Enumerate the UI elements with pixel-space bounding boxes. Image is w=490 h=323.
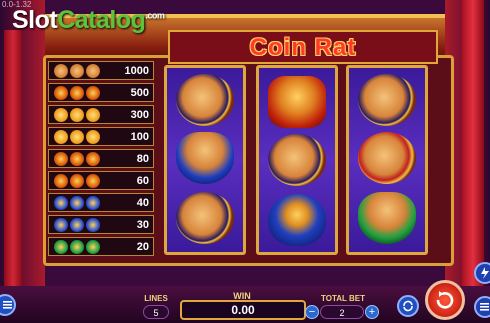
turbo-icon — [481, 267, 489, 279]
orange-coin-icon — [70, 107, 84, 122]
rat-coin-symbol — [358, 74, 416, 126]
spin-arrow-icon — [436, 291, 454, 309]
paytable-row: 20 — [48, 237, 154, 256]
paytable: 1000 500 300 100 80 60 40 30 20 — [48, 61, 154, 256]
watermark-slot: Slot — [12, 6, 58, 34]
paytable-icons — [49, 107, 110, 122]
rat-coin-icon — [86, 63, 100, 78]
rat-coin-symbol — [176, 74, 234, 126]
paytable-value: 80 — [136, 152, 149, 165]
paytable-value: 100 — [130, 130, 149, 143]
paytable-value: 40 — [136, 196, 149, 209]
paytable-row: 500 — [48, 83, 154, 102]
red-lantern-icon — [86, 151, 100, 166]
autoplay-icon — [403, 300, 413, 312]
red-coin-icon — [86, 85, 100, 100]
paytable-icons — [49, 85, 110, 100]
rat-coin-icon — [54, 63, 68, 78]
red-ornament-icon — [54, 173, 68, 188]
red-lantern-icon — [70, 151, 84, 166]
rat-coin-symbol — [176, 192, 234, 244]
rat-coin-red-symbol — [358, 132, 416, 184]
menu-icon — [3, 301, 12, 309]
red-ornament-icon — [86, 173, 100, 188]
win-display: 0.00 — [180, 300, 306, 320]
watermark-com: .com — [145, 10, 165, 21]
orange-coin-icon — [54, 107, 68, 122]
paytable-row: 60 — [48, 171, 154, 190]
menu-right-button[interactable] — [474, 296, 490, 318]
slotcatalog-watermark: SlotCatalog.com — [12, 6, 165, 35]
paytable-value: 500 — [130, 86, 149, 99]
lines-label: LINES — [144, 294, 168, 303]
right-pillar — [462, 0, 484, 300]
paytable-icons — [49, 63, 110, 78]
blue-bag-small-icon — [54, 217, 68, 232]
green-bag-icon — [70, 239, 84, 254]
rat-coin-symbol — [268, 134, 326, 186]
paytable-value: 300 — [130, 108, 149, 121]
red-coin-icon — [70, 85, 84, 100]
paytable-icons — [49, 195, 110, 210]
green-bag-icon — [86, 239, 100, 254]
orange-coin-icon — [86, 107, 100, 122]
paytable-row: 40 — [48, 193, 154, 212]
bet-increase-button[interactable]: + — [365, 305, 379, 319]
red-lantern-icon — [54, 151, 68, 166]
game-logo-banner: Coin Rat — [168, 30, 438, 64]
paytable-row: 30 — [48, 215, 154, 234]
paytable-icons — [49, 217, 110, 232]
paytable-icons — [49, 173, 110, 188]
red-ornament-icon — [70, 173, 84, 188]
red-coin-icon — [54, 85, 68, 100]
total-bet-value: 2 — [320, 305, 364, 319]
game-logo: Coin Rat — [249, 34, 357, 61]
blue-bag-small-icon — [86, 217, 100, 232]
blue-bag-icon — [70, 195, 84, 210]
orange-knot-icon — [70, 129, 84, 144]
autoplay-button[interactable] — [397, 295, 419, 317]
paytable-icons — [49, 151, 110, 166]
rat-blue-bag-symbol — [176, 132, 234, 184]
paytable-icons — [49, 239, 110, 254]
reel-3 — [346, 65, 428, 255]
blue-bag-small-icon — [70, 217, 84, 232]
blue-bag-icon — [86, 195, 100, 210]
paytable-row: 300 — [48, 105, 154, 124]
paytable-value: 1000 — [124, 64, 149, 77]
green-bag-icon — [54, 239, 68, 254]
total-bet-label: TOTAL BET — [321, 294, 365, 303]
paytable-row: 80 — [48, 149, 154, 168]
spin-button[interactable] — [425, 280, 465, 320]
turbo-button[interactable] — [474, 262, 490, 284]
lines-value[interactable]: 5 — [143, 305, 169, 319]
orange-knot-icon — [54, 129, 68, 144]
bet-decrease-button[interactable]: − — [305, 305, 319, 319]
rat-green-bag-symbol — [358, 192, 416, 244]
blue-bag-symbol — [268, 194, 326, 246]
paytable-row: 100 — [48, 127, 154, 146]
left-pillar — [4, 30, 22, 290]
paytable-icons — [49, 129, 110, 144]
paytable-row: 1000 — [48, 61, 154, 80]
paytable-value: 20 — [136, 240, 149, 253]
menu-button[interactable] — [0, 294, 16, 316]
paytable-value: 60 — [136, 174, 149, 187]
watermark-catalog: Catalog — [57, 6, 146, 34]
reel-1 — [164, 65, 246, 255]
golden-bells-symbol — [268, 76, 326, 128]
orange-knot-icon — [86, 129, 100, 144]
reel-2 — [256, 65, 338, 255]
menu-icon — [480, 303, 489, 311]
rat-coin-icon — [70, 63, 84, 78]
blue-bag-icon — [54, 195, 68, 210]
paytable-value: 30 — [136, 218, 149, 231]
